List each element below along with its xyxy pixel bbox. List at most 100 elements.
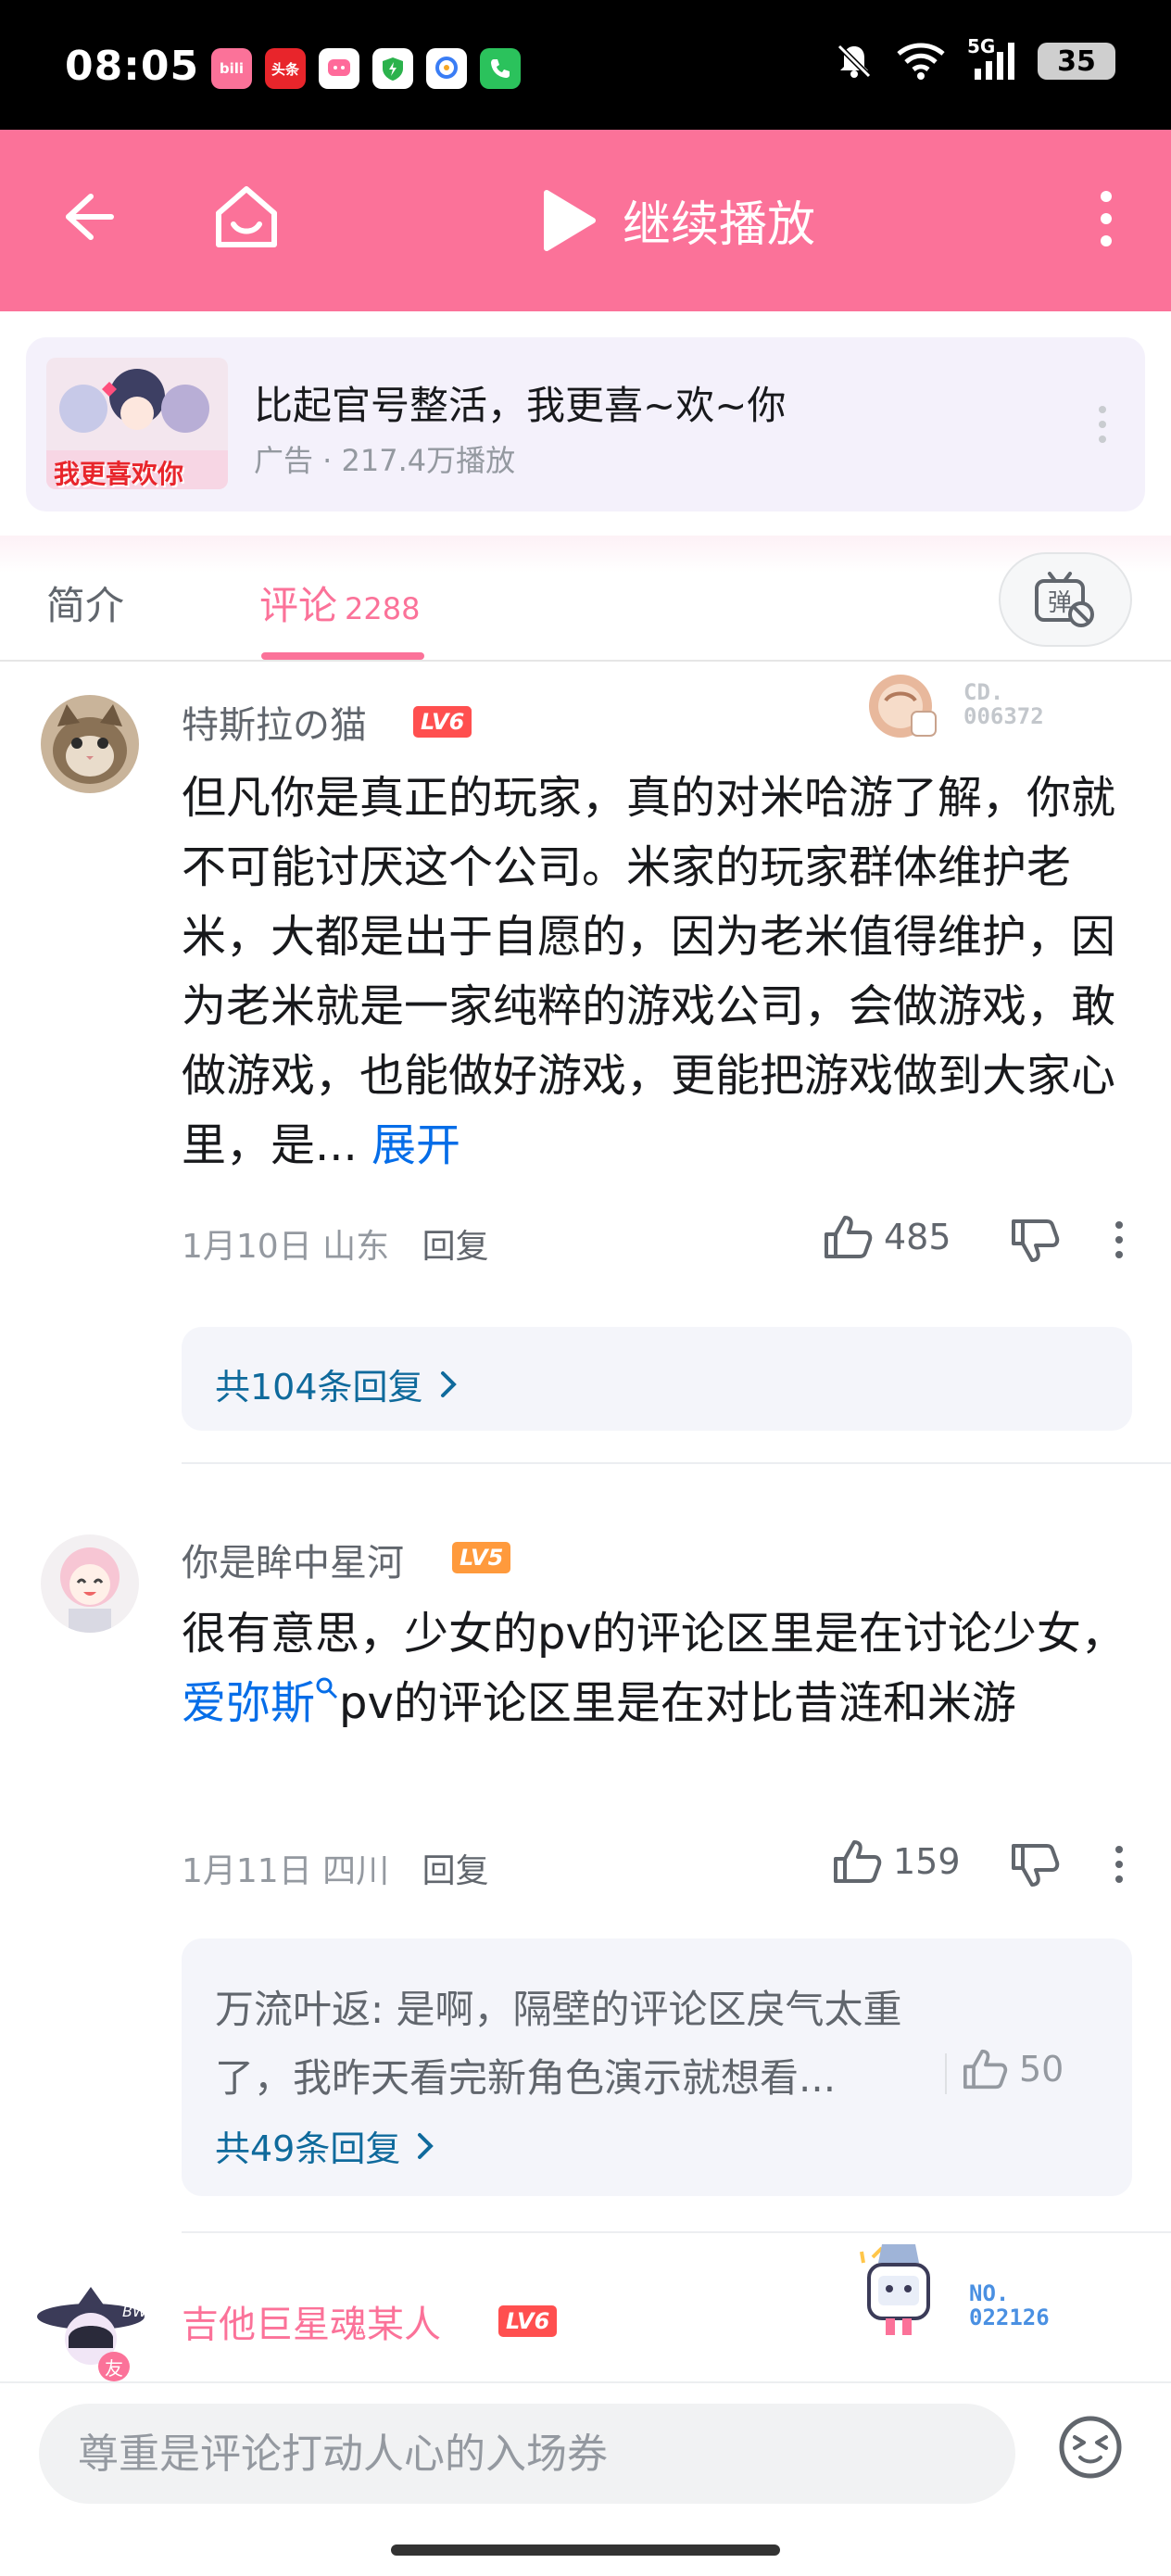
ad-card[interactable]: 我更喜欢你 比起官号整活，我更喜~欢~你 广告 · 217.4万播放 [26,337,1145,511]
replies-box[interactable]: 万流叶返: 是啊，隔壁的评论区戾气太重了，我昨天看完新角色演示就想看... 50… [182,1938,1132,2196]
commenter-name[interactable]: 特斯拉の猫 [182,695,367,749]
comment-input[interactable] [39,2404,1015,2504]
ad-more-button[interactable] [1097,404,1108,448]
replies-total: 共49条回复 [215,2128,401,2169]
ad-thumbnail[interactable]: 我更喜欢你 [46,358,228,489]
commenter-name[interactable]: 你是眸中星河 [182,1533,404,1586]
back-button[interactable] [57,187,117,250]
comment-meta: 1月11日 四川 回复 [182,1844,489,1892]
network-type: 5G [967,35,996,57]
comment-text: 但凡你是真正的玩家，真的对米哈游了解，你就不可能讨厌这个公司。米家的玩家群体维护… [182,764,1127,1181]
sub-reply-like-button[interactable]: 50 [962,2048,1064,2090]
like-button[interactable]: 485 [823,1214,951,1260]
mute-icon [837,44,872,79]
fan-badge-number: NO. 022126 [969,2281,1050,2330]
comment-divider [182,1462,1171,1464]
status-indicators: 5G 35 [834,35,1115,82]
fan-badge-code: 022126 [969,2305,1050,2330]
ad-title[interactable]: 比起官号整活，我更喜~欢~你 [254,374,786,431]
commenter-avatar[interactable] [41,695,139,793]
thumbs-down-icon [1012,1219,1060,1262]
replies-box[interactable]: 共104条回复 [182,1327,1132,1431]
like-count: 159 [893,1841,961,1882]
tab-comments[interactable]: 评论 2288 [259,575,420,631]
search-link[interactable]: 爱弥斯 [182,1677,339,1729]
commenter-avatar[interactable] [41,1534,139,1633]
sub-reply-text[interactable]: 万流叶返: 是啊，隔壁的评论区戾气太重了，我昨天看完新角色演示就想看... [215,1976,938,2113]
fan-badge-icon [869,675,937,738]
vertical-dots-icon [1101,191,1112,246]
dislike-button[interactable] [1010,1218,1060,1268]
sub-reply-like-count: 50 [1019,2049,1064,2090]
comment-meta: 1月10日 山东 回复 [182,1219,489,1268]
emoji-button[interactable] [1056,2413,1125,2485]
like-count: 485 [884,1217,951,1257]
comment-text: 很有意思，少女的pv的评论区里是在讨论少女， 爱弥斯 pv的评论区里是在对比昔涟和米… [182,1599,1127,1738]
tab-intro[interactable]: 简介 [46,575,124,631]
thumbs-up-icon [963,2049,1008,2090]
bilibili-app-icon: bili [211,48,252,89]
chat-app-icon [319,48,359,89]
reply-button[interactable]: 回复 [422,1852,489,1890]
commenter-name[interactable]: 吉他巨星魂某人 [182,2294,441,2348]
home-icon [216,186,277,247]
video-top-bar: 继续播放 [0,130,1171,311]
toutiao-app-icon: 头条 [265,48,306,89]
danmaku-off-icon: 弹 [1035,572,1094,627]
sub-reply-separator [945,2053,947,2094]
thumbs-up-icon [834,1840,882,1883]
more-options-button[interactable] [1097,189,1115,252]
continue-play-button[interactable]: 继续播放 [539,185,815,255]
dislike-button[interactable] [1010,1842,1060,1892]
status-bar: 08:05 bili 头条 5G 35 [0,0,1171,130]
search-link-label: 爱弥斯 [182,1677,316,1729]
danmaku-toggle-button[interactable]: 弹 [999,552,1132,647]
photos-app-icon [426,48,467,89]
fan-badge-prefix: CD. [963,679,1004,705]
level-badge: LV6 [413,706,472,738]
tab-comments-count: 2288 [345,591,421,626]
notification-app-icons: bili 头条 [211,48,521,89]
fan-badge-number: CD. 006372 [963,680,1044,728]
comment-input-bar [0,2381,1171,2576]
comment-more-button[interactable] [1114,1844,1125,1888]
active-tab-indicator [261,652,424,660]
vertical-dots-icon [1115,1221,1123,1258]
home-button[interactable] [211,182,282,256]
comment-body-start: 很有意思，少女的pv的评论区里是在讨论少女， [182,1608,1126,1660]
comment-body: 但凡你是真正的玩家，真的对米哈游了解，你就不可能讨厌这个公司。米家的玩家群体维护… [182,772,1116,1171]
like-button[interactable]: 159 [832,1838,961,1885]
search-icon [316,1677,338,1699]
expand-link[interactable]: 展开 [371,1119,460,1171]
comment-body-end: pv的评论区里是在对比昔涟和米游 [339,1677,1016,1729]
fan-badge-icon [860,2244,930,2335]
play-icon [544,189,596,251]
chevron-right-icon [440,1370,457,1397]
security-app-icon [372,48,413,89]
emoji-icon [1059,2416,1122,2479]
view-replies-link[interactable]: 共49条回复 [215,2120,434,2171]
cellular-signal-icon: 5G [967,35,1017,82]
fan-badge-code: 006372 [963,703,1044,729]
thumbs-up-icon [825,1216,873,1258]
chevron-right-icon [418,2132,434,2159]
wifi-icon [897,43,945,80]
comment-input-container[interactable] [39,2404,1015,2504]
phone-app-icon [480,48,521,89]
reply-button[interactable]: 回复 [422,1228,489,1266]
svg-text:BW: BW [122,2303,148,2320]
comment-date-location: 1月11日 四川 [182,1852,390,1890]
home-indicator[interactable] [391,2544,780,2556]
vertical-dots-icon [1115,1846,1123,1883]
comment-date-location: 1月10日 山东 [182,1228,390,1266]
detail-tabs: 简介 评论 2288 [0,536,1171,662]
avatar-badge: 友 [98,2352,130,2381]
comment-divider [182,2231,1171,2233]
battery-indicator: 35 [1038,43,1115,80]
vertical-dots-icon [1099,406,1106,443]
view-replies-link[interactable]: 共104条回复 [215,1358,457,1409]
commenter-avatar[interactable]: BW 友 [31,2285,150,2381]
continue-play-label: 继续播放 [623,197,816,253]
comment-more-button[interactable] [1114,1219,1125,1264]
level-badge: LV6 [498,2305,558,2337]
